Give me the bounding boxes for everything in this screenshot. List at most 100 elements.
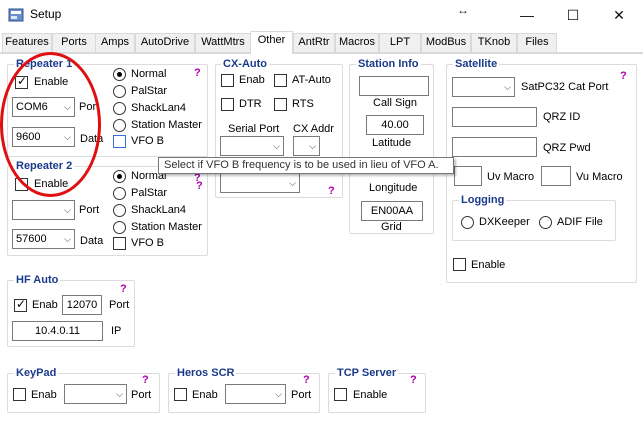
hf-auto-port-input[interactable]: 12070 (62, 295, 102, 315)
repeater1-radio-shacklan4[interactable] (113, 102, 126, 115)
keypad-port-label: Port (131, 389, 152, 401)
repeater1-help-icon[interactable]: ? (194, 67, 201, 79)
maximize-button[interactable]: ☐ (550, 0, 596, 30)
repeater2-vfob-checkbox[interactable] (113, 237, 126, 250)
repeater2-radio-shacklan4[interactable] (113, 204, 126, 217)
repeater1-port-label: Port (79, 101, 100, 113)
app-icon (8, 8, 24, 22)
repeater1-radio-normal-label: Normal (131, 68, 167, 80)
repeater2-radio-station-master[interactable] (113, 221, 126, 234)
qrz-id-label: QRZ ID (543, 111, 581, 123)
latitude-label: Latitude (372, 137, 412, 149)
qrz-pwd-label: QRZ Pwd (543, 142, 591, 154)
repeater1-port-select[interactable]: COM6 ⌵ (12, 97, 75, 117)
tcp-help-icon[interactable]: ? (410, 374, 417, 386)
cxauto-cx-addr-select[interactable]: ⌵ (293, 136, 320, 156)
cxauto-dtr-label: DTR (239, 98, 262, 110)
repeater1-enable-checkbox[interactable] (15, 74, 28, 89)
vu-macro-input[interactable] (541, 166, 571, 186)
chevron-down-icon: ⌵ (275, 389, 282, 399)
cxauto-extra-select[interactable]: ⌵ (220, 173, 300, 193)
heros-port-select[interactable]: ⌵ (225, 384, 286, 404)
adif-file-radio[interactable] (539, 216, 552, 229)
vfob-tooltip: Select if VFO B frequency is to be used … (158, 157, 454, 174)
tab-ports[interactable]: Ports (52, 33, 96, 52)
repeater2-radio-palstar[interactable] (113, 187, 126, 200)
heros-enab-checkbox[interactable] (174, 388, 187, 401)
adif-file-label: ADIF File (557, 216, 603, 228)
keypad-port-select[interactable]: ⌵ (64, 384, 127, 404)
repeater2-enable-checkbox[interactable] (15, 178, 28, 191)
chevron-down-icon: ⌵ (64, 205, 71, 215)
repeater1-radio-station-master[interactable] (113, 119, 126, 132)
repeater2-radio-palstar-label: PalStar (131, 187, 168, 199)
cxauto-help-icon[interactable]: ? (328, 185, 335, 197)
tab-autodrive[interactable]: AutoDrive (135, 33, 195, 52)
cxauto-dtr-checkbox[interactable] (221, 98, 234, 111)
cxauto-atauto-checkbox[interactable] (274, 74, 287, 87)
satellite-enable-checkbox[interactable] (453, 258, 466, 271)
cxauto-title: CX-Auto (221, 58, 269, 70)
tab-amps[interactable]: Amps (95, 33, 135, 52)
minimize-button[interactable]: — (504, 0, 550, 30)
cxauto-enab-checkbox[interactable] (221, 74, 234, 87)
dxkeeper-radio[interactable] (461, 216, 474, 229)
heros-help-icon[interactable]: ? (303, 374, 310, 386)
uv-macro-input[interactable] (454, 166, 482, 186)
repeater2-radio-shacklan4-label: ShackLan4 (131, 204, 187, 216)
tcp-enable-checkbox[interactable] (334, 388, 347, 401)
tab-features[interactable]: Features (2, 33, 52, 52)
chevron-down-icon: ⌵ (64, 132, 71, 142)
repeater1-radio-normal[interactable] (113, 68, 126, 81)
tab-modbus[interactable]: ModBus (421, 33, 471, 52)
tcp-server-title: TCP Server (335, 367, 399, 379)
repeater1-radio-palstar[interactable] (113, 85, 126, 98)
repeater1-baud-select[interactable]: 9600 ⌵ (12, 127, 75, 147)
chevron-down-icon: ⌵ (289, 178, 296, 188)
keypad-enab-checkbox[interactable] (13, 388, 26, 401)
latitude-input[interactable]: 40.00 (366, 115, 424, 135)
hf-auto-ip-label: IP (111, 325, 122, 337)
qrz-pwd-input[interactable] (452, 137, 537, 157)
keypad-help-icon[interactable]: ? (142, 374, 149, 386)
hf-auto-title: HF Auto (14, 274, 61, 286)
repeater2-baud-value: 57600 (16, 233, 47, 245)
repeater1-vfob-checkbox[interactable] (113, 135, 126, 148)
repeater2-baud-select[interactable]: 57600 ⌵ (12, 229, 75, 249)
tab-tknob[interactable]: TKnob (471, 33, 517, 52)
tab-lpt[interactable]: LPT (379, 33, 421, 52)
cxauto-help-icon-left[interactable]: ? (196, 180, 203, 192)
repeater2-radio-normal[interactable] (113, 170, 126, 183)
call-sign-label: Call Sign (373, 97, 418, 109)
repeater1-baud-value: 9600 (16, 131, 41, 143)
satpc32-port-select[interactable]: ⌵ (452, 77, 515, 97)
hf-auto-help-icon[interactable]: ? (120, 283, 127, 295)
chevron-down-icon: ⌵ (273, 141, 280, 151)
minimize-icon: — (520, 7, 534, 23)
tab-antrtr[interactable]: AntRtr (293, 33, 335, 52)
tab-wattmtrs[interactable]: WattMtrs (195, 33, 251, 52)
call-sign-input[interactable] (359, 76, 429, 96)
cxauto-serial-port-select[interactable]: ⌵ (220, 136, 284, 156)
tab-other[interactable]: Other (250, 31, 293, 54)
repeater2-port-label: Port (79, 204, 100, 216)
hf-auto-ip-input[interactable]: 10.4.0.11 (12, 321, 103, 341)
tab-files[interactable]: Files (517, 33, 557, 52)
hf-auto-enab-checkbox[interactable] (14, 297, 27, 312)
close-button[interactable]: ✕ (596, 0, 642, 30)
tab-macros[interactable]: Macros (335, 33, 379, 52)
repeater1-radio-palstar-label: PalStar (131, 85, 168, 97)
cxauto-cx-addr-label: CX Addr (293, 123, 334, 135)
repeater2-vfob-label: VFO B (131, 237, 165, 249)
cxauto-rts-checkbox[interactable] (274, 98, 287, 111)
cxauto-serial-port-label: Serial Port (228, 123, 280, 135)
repeater1-title: Repeater 1 (14, 58, 75, 70)
dxkeeper-label: DXKeeper (479, 216, 530, 228)
qrz-id-input[interactable] (452, 107, 537, 127)
repeater1-vfob-label: VFO B (131, 135, 165, 147)
repeater2-port-select[interactable]: ⌵ (12, 200, 75, 220)
satellite-help-icon[interactable]: ? (620, 70, 627, 82)
tcp-enable-label: Enable (353, 389, 388, 401)
repeater1-radio-station-master-label: Station Master (131, 119, 202, 131)
grid-input[interactable]: EN00AA (361, 201, 423, 221)
